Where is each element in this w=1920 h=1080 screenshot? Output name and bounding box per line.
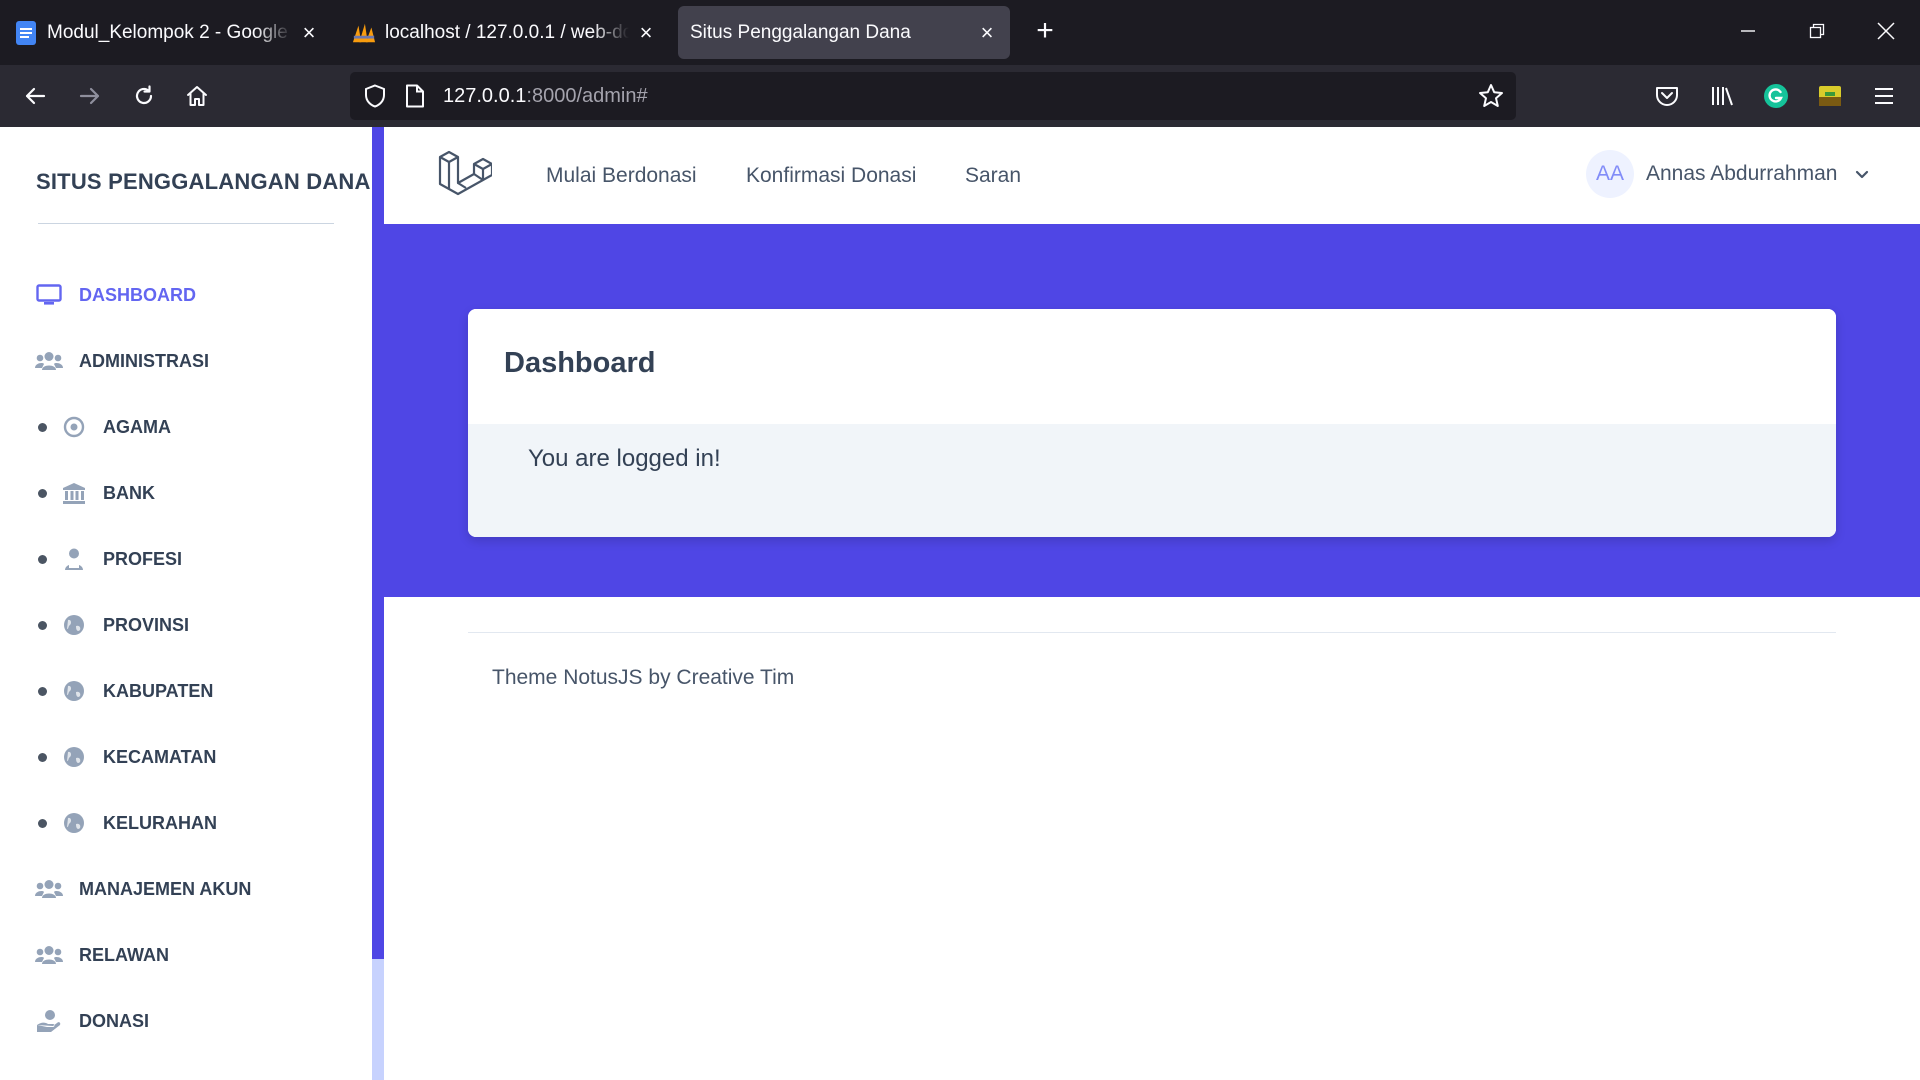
- footer-divider: [468, 632, 1836, 633]
- monitor-icon: [35, 281, 63, 309]
- globe-icon: [60, 611, 88, 639]
- globe-icon: [60, 677, 88, 705]
- sidebar-item-manajemen-akun[interactable]: MANAJEMEN AKUN: [0, 869, 372, 909]
- avatar[interactable]: AA: [1586, 150, 1634, 198]
- sidebar-item-provinsi[interactable]: PROVINSI: [0, 605, 372, 645]
- url-path: :8000/admin#: [526, 84, 648, 107]
- sidebar-item-label: DASHBOARD: [79, 284, 196, 305]
- header-banner: Dashboard You are logged in!: [384, 224, 1920, 597]
- close-tab-icon[interactable]: ×: [635, 20, 657, 45]
- home-icon[interactable]: [182, 81, 212, 111]
- dashboard-card: Dashboard You are logged in!: [468, 309, 1836, 537]
- url-host: 127.0.0.1: [443, 84, 527, 107]
- bullet-icon: [38, 488, 47, 498]
- sidebar-item-label: AGAMA: [103, 416, 171, 437]
- users-icon: [35, 875, 63, 903]
- google-docs-icon: [14, 20, 38, 45]
- tab-phpmyadmin[interactable]: localhost / 127.0.0.1 / web-donasi ×: [352, 6, 657, 59]
- sidebar-item-label: RELAWAN: [79, 944, 169, 965]
- sidebar-divider: [38, 223, 334, 224]
- sidebar-item-dashboard[interactable]: DASHBOARD: [0, 275, 372, 315]
- extension-icon[interactable]: [1815, 81, 1845, 111]
- tab-google-docs[interactable]: Modul_Kelompok 2 - Google Docs ×: [14, 6, 320, 59]
- web-page: SITUS PENGGALANGAN DANA DASHBOARD ADMINI…: [0, 127, 1920, 1080]
- bullet-icon: [38, 422, 47, 432]
- sidebar-item-profesi[interactable]: PROFESI: [0, 539, 372, 579]
- bookmark-star-icon[interactable]: [1478, 83, 1504, 114]
- bullet-icon: [38, 752, 47, 762]
- bullet-icon: [38, 686, 47, 696]
- sidebar-item-agama[interactable]: AGAMA: [0, 407, 372, 447]
- url-text[interactable]: 127.0.0.1:8000/admin#: [443, 85, 648, 108]
- users-icon: [35, 941, 63, 969]
- tab-title: Situs Penggalangan Dana: [690, 21, 911, 43]
- laravel-logo-icon[interactable]: [436, 147, 494, 203]
- shield-icon[interactable]: [364, 84, 386, 113]
- sidebar-brand[interactable]: SITUS PENGGALANGAN DANA: [36, 169, 371, 195]
- library-icon[interactable]: [1707, 81, 1737, 111]
- grammarly-icon[interactable]: [1761, 81, 1791, 111]
- page-title: Dashboard: [504, 347, 656, 379]
- page-icon: [405, 84, 425, 113]
- sidebar-item-label: PROVINSI: [103, 614, 190, 635]
- sidebar-item-label: BANK: [103, 482, 155, 503]
- sidebar-item-relawan[interactable]: RELAWAN: [0, 935, 372, 975]
- sidebar-item-label: KABUPATEN: [103, 680, 214, 701]
- new-tab-button[interactable]: +: [1030, 16, 1060, 46]
- sidebar-item-kabupaten[interactable]: KABUPATEN: [0, 671, 372, 711]
- sidebar-item-label: MANAJEMEN AKUN: [79, 878, 252, 899]
- bullet-icon: [38, 818, 47, 828]
- minimize-icon[interactable]: [1733, 16, 1763, 46]
- forward-icon[interactable]: [75, 81, 105, 111]
- sidebar-item-kelurahan[interactable]: KELURAHAN: [0, 803, 372, 843]
- sidebar-item-administrasi[interactable]: ADMINISTRASI: [0, 341, 372, 381]
- card-body: You are logged in!: [468, 424, 1836, 537]
- restore-icon[interactable]: [1802, 16, 1832, 46]
- card-header: Dashboard: [468, 309, 1836, 424]
- sidebar-item-donasi[interactable]: DONASI: [0, 1001, 372, 1041]
- close-tab-icon[interactable]: ×: [976, 20, 998, 45]
- sidebar-item-label: DONASI: [79, 1010, 150, 1031]
- nav-link-saran[interactable]: Saran: [965, 164, 1021, 188]
- sidebar-item-label: KECAMATAN: [103, 746, 217, 767]
- pocket-icon[interactable]: [1652, 81, 1682, 111]
- nav-link-mulai-berdonasi[interactable]: Mulai Berdonasi: [546, 164, 697, 188]
- top-navbar: Mulai Berdonasi Konfirmasi Donasi Saran …: [384, 127, 1920, 224]
- close-window-icon[interactable]: [1871, 16, 1901, 46]
- hand-holding-icon: [35, 1007, 63, 1035]
- reload-icon[interactable]: [129, 81, 159, 111]
- target-icon: [60, 413, 88, 441]
- bullet-icon: [38, 554, 47, 564]
- main-content: Mulai Berdonasi Konfirmasi Donasi Saran …: [384, 127, 1920, 1080]
- tab-title: localhost / 127.0.0.1 / web-donasi: [385, 21, 629, 43]
- globe-icon: [60, 809, 88, 837]
- chevron-down-icon[interactable]: [1853, 165, 1871, 183]
- users-icon: [35, 347, 63, 375]
- browser-nav-bar: 127.0.0.1:8000/admin#: [0, 65, 1920, 127]
- tab-title: Modul_Kelompok 2 - Google Docs: [47, 21, 292, 43]
- footer-credit[interactable]: Theme NotusJS by Creative Tim: [492, 666, 794, 690]
- status-message: You are logged in!: [528, 445, 721, 472]
- phpmyadmin-icon: [352, 21, 376, 45]
- sidebar: SITUS PENGGALANGAN DANA DASHBOARD ADMINI…: [0, 127, 372, 1080]
- sidebar-scrollbar-thumb[interactable]: [372, 127, 384, 959]
- browser-tab-bar: Modul_Kelompok 2 - Google Docs × localho…: [0, 0, 1920, 65]
- user-tie-icon: [60, 545, 88, 573]
- back-icon[interactable]: [20, 81, 50, 111]
- sidebar-item-label: ADMINISTRASI: [79, 350, 209, 371]
- bullet-icon: [38, 620, 47, 630]
- url-bar[interactable]: 127.0.0.1:8000/admin#: [350, 72, 1516, 120]
- close-tab-icon[interactable]: ×: [298, 20, 320, 45]
- sidebar-item-label: PROFESI: [103, 548, 183, 569]
- menu-icon[interactable]: [1869, 81, 1899, 111]
- sidebar-item-kecamatan[interactable]: KECAMATAN: [0, 737, 372, 777]
- user-menu-name[interactable]: Annas Abdurrahman: [1646, 162, 1837, 186]
- sidebar-item-label: KELURAHAN: [103, 812, 217, 833]
- bank-icon: [60, 479, 88, 507]
- nav-link-konfirmasi-donasi[interactable]: Konfirmasi Donasi: [746, 164, 916, 188]
- globe-icon: [60, 743, 88, 771]
- tab-situs-penggalangan-dana[interactable]: Situs Penggalangan Dana ×: [678, 6, 1010, 59]
- sidebar-item-bank[interactable]: BANK: [0, 473, 372, 513]
